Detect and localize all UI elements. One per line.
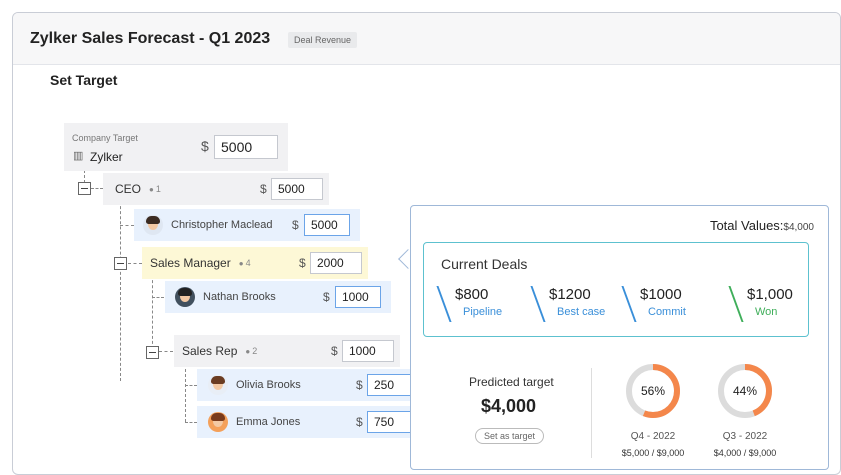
person-name: Christopher Maclead [171, 219, 273, 231]
currency-symbol: $ [356, 415, 363, 429]
divider [591, 368, 592, 458]
tree-node-christopher[interactable]: Christopher Maclead $ [134, 209, 360, 241]
olivia-target-input[interactable] [367, 374, 413, 396]
tree-connector [185, 422, 197, 423]
deal-commit[interactable]: $1000 Commit [621, 286, 708, 326]
deal-pipeline[interactable]: $800 Pipeline [436, 286, 523, 326]
current-deals-box: Current Deals $800 Pipeline $1200 Best c… [423, 242, 809, 337]
set-as-target-button[interactable]: Set as target [475, 428, 545, 444]
member-count: ● 1 [149, 184, 161, 194]
tree-node-nathan[interactable]: Nathan Brooks $ [165, 281, 391, 313]
nathan-target-input[interactable] [335, 286, 381, 308]
avatar [208, 375, 228, 395]
tree-connector [159, 351, 173, 352]
company-target-label: Company Target [72, 133, 138, 143]
currency-symbol: $ [356, 378, 363, 392]
tree-node-olivia[interactable]: Olivia Brooks $ [197, 369, 423, 401]
page-title: Zylker Sales Forecast - Q1 2023 [30, 30, 271, 47]
period-label: Q3 - 2022 [722, 431, 768, 442]
tree-connector [152, 297, 164, 298]
deal-slash [436, 286, 452, 322]
tree-connector [152, 270, 153, 354]
tree-connector [120, 196, 121, 381]
building-icon: ▥ [73, 150, 84, 162]
tree-connector [185, 385, 197, 386]
total-values: Total Values:$4,000 [709, 218, 814, 233]
role-name: CEO [115, 182, 142, 196]
avatar [208, 412, 228, 432]
collapse-toggle[interactable] [78, 182, 91, 195]
deal-label: Best case [557, 306, 606, 318]
predicted-target-value: $4,000 [481, 396, 537, 416]
currency-symbol: $ [201, 138, 209, 154]
sales-rep-target-input[interactable] [342, 340, 394, 362]
person-name: Nathan Brooks [203, 291, 276, 303]
person-icon: ● [149, 185, 154, 194]
company-name: Zylker [90, 150, 123, 164]
person-name: Olivia Brooks [236, 379, 301, 391]
deal-amount: $1,000 [747, 286, 793, 303]
tree-connector [185, 359, 186, 422]
deal-label: Commit [648, 306, 686, 318]
deal-label: Won [755, 306, 778, 318]
tree-node-sales-rep[interactable]: Sales Rep ● 2 $ [174, 335, 400, 367]
deal-amount: $800 [455, 286, 489, 303]
tree-connector [128, 263, 142, 264]
deal-slash [728, 286, 744, 322]
currency-symbol: $ [323, 290, 330, 304]
header-bar: Zylker Sales Forecast - Q1 2023 Deal Rev… [13, 13, 840, 65]
deal-won[interactable]: $1,000 Won [728, 286, 805, 326]
emma-target-input[interactable] [367, 411, 413, 433]
deal-revenue-badge: Deal Revenue [288, 32, 358, 48]
forecast-popover: Total Values:$4,000 Current Deals $800 P… [410, 205, 829, 470]
currency-symbol: $ [292, 218, 299, 232]
tree-connector [91, 188, 103, 189]
company-target-input[interactable] [214, 135, 278, 159]
deal-amount: $1000 [640, 286, 682, 303]
role-name: Sales Rep [182, 344, 238, 358]
donut-q4-2022: 56% [625, 363, 681, 419]
collapse-toggle[interactable] [146, 346, 159, 359]
period-label: Q4 - 2022 [630, 431, 676, 442]
ceo-target-input[interactable] [271, 178, 323, 200]
currency-symbol: $ [299, 256, 306, 270]
role-name: Sales Manager [150, 256, 231, 270]
person-icon: ● [245, 347, 251, 356]
current-deals-title: Current Deals [441, 256, 528, 272]
member-count: ● 2 [245, 346, 258, 356]
period-ratio: $5,000 / $9,000 [621, 448, 685, 458]
donut-q3-2022: 44% [717, 363, 773, 419]
section-title: Set Target [50, 72, 118, 88]
sales-manager-target-input[interactable] [310, 252, 362, 274]
currency-symbol: $ [260, 182, 267, 196]
collapse-toggle[interactable] [114, 257, 127, 270]
predicted-target-label: Predicted target [469, 375, 554, 389]
person-icon: ● [238, 259, 244, 268]
tree-node-ceo[interactable]: CEO ● 1 $ [103, 173, 329, 205]
deal-label: Pipeline [463, 306, 503, 318]
period-ratio: $4,000 / $9,000 [713, 448, 777, 458]
christopher-target-input[interactable] [304, 214, 350, 236]
donut-percent: 56% [640, 384, 666, 398]
company-target-card: Company Target ▥ Zylker $ [64, 123, 288, 171]
avatar [143, 215, 163, 235]
person-name: Emma Jones [236, 416, 301, 428]
tree-node-emma[interactable]: Emma Jones $ [197, 406, 423, 438]
deal-best-case[interactable]: $1200 Best case [530, 286, 627, 326]
member-count: ● 4 [238, 258, 251, 268]
avatar [175, 287, 195, 307]
tree-node-sales-manager[interactable]: Sales Manager ● 4 $ [142, 247, 368, 279]
donut-percent: 44% [732, 384, 758, 398]
tree-connector [120, 225, 134, 226]
deal-slash [530, 286, 546, 322]
deal-amount: $1200 [549, 286, 591, 303]
currency-symbol: $ [331, 344, 338, 358]
